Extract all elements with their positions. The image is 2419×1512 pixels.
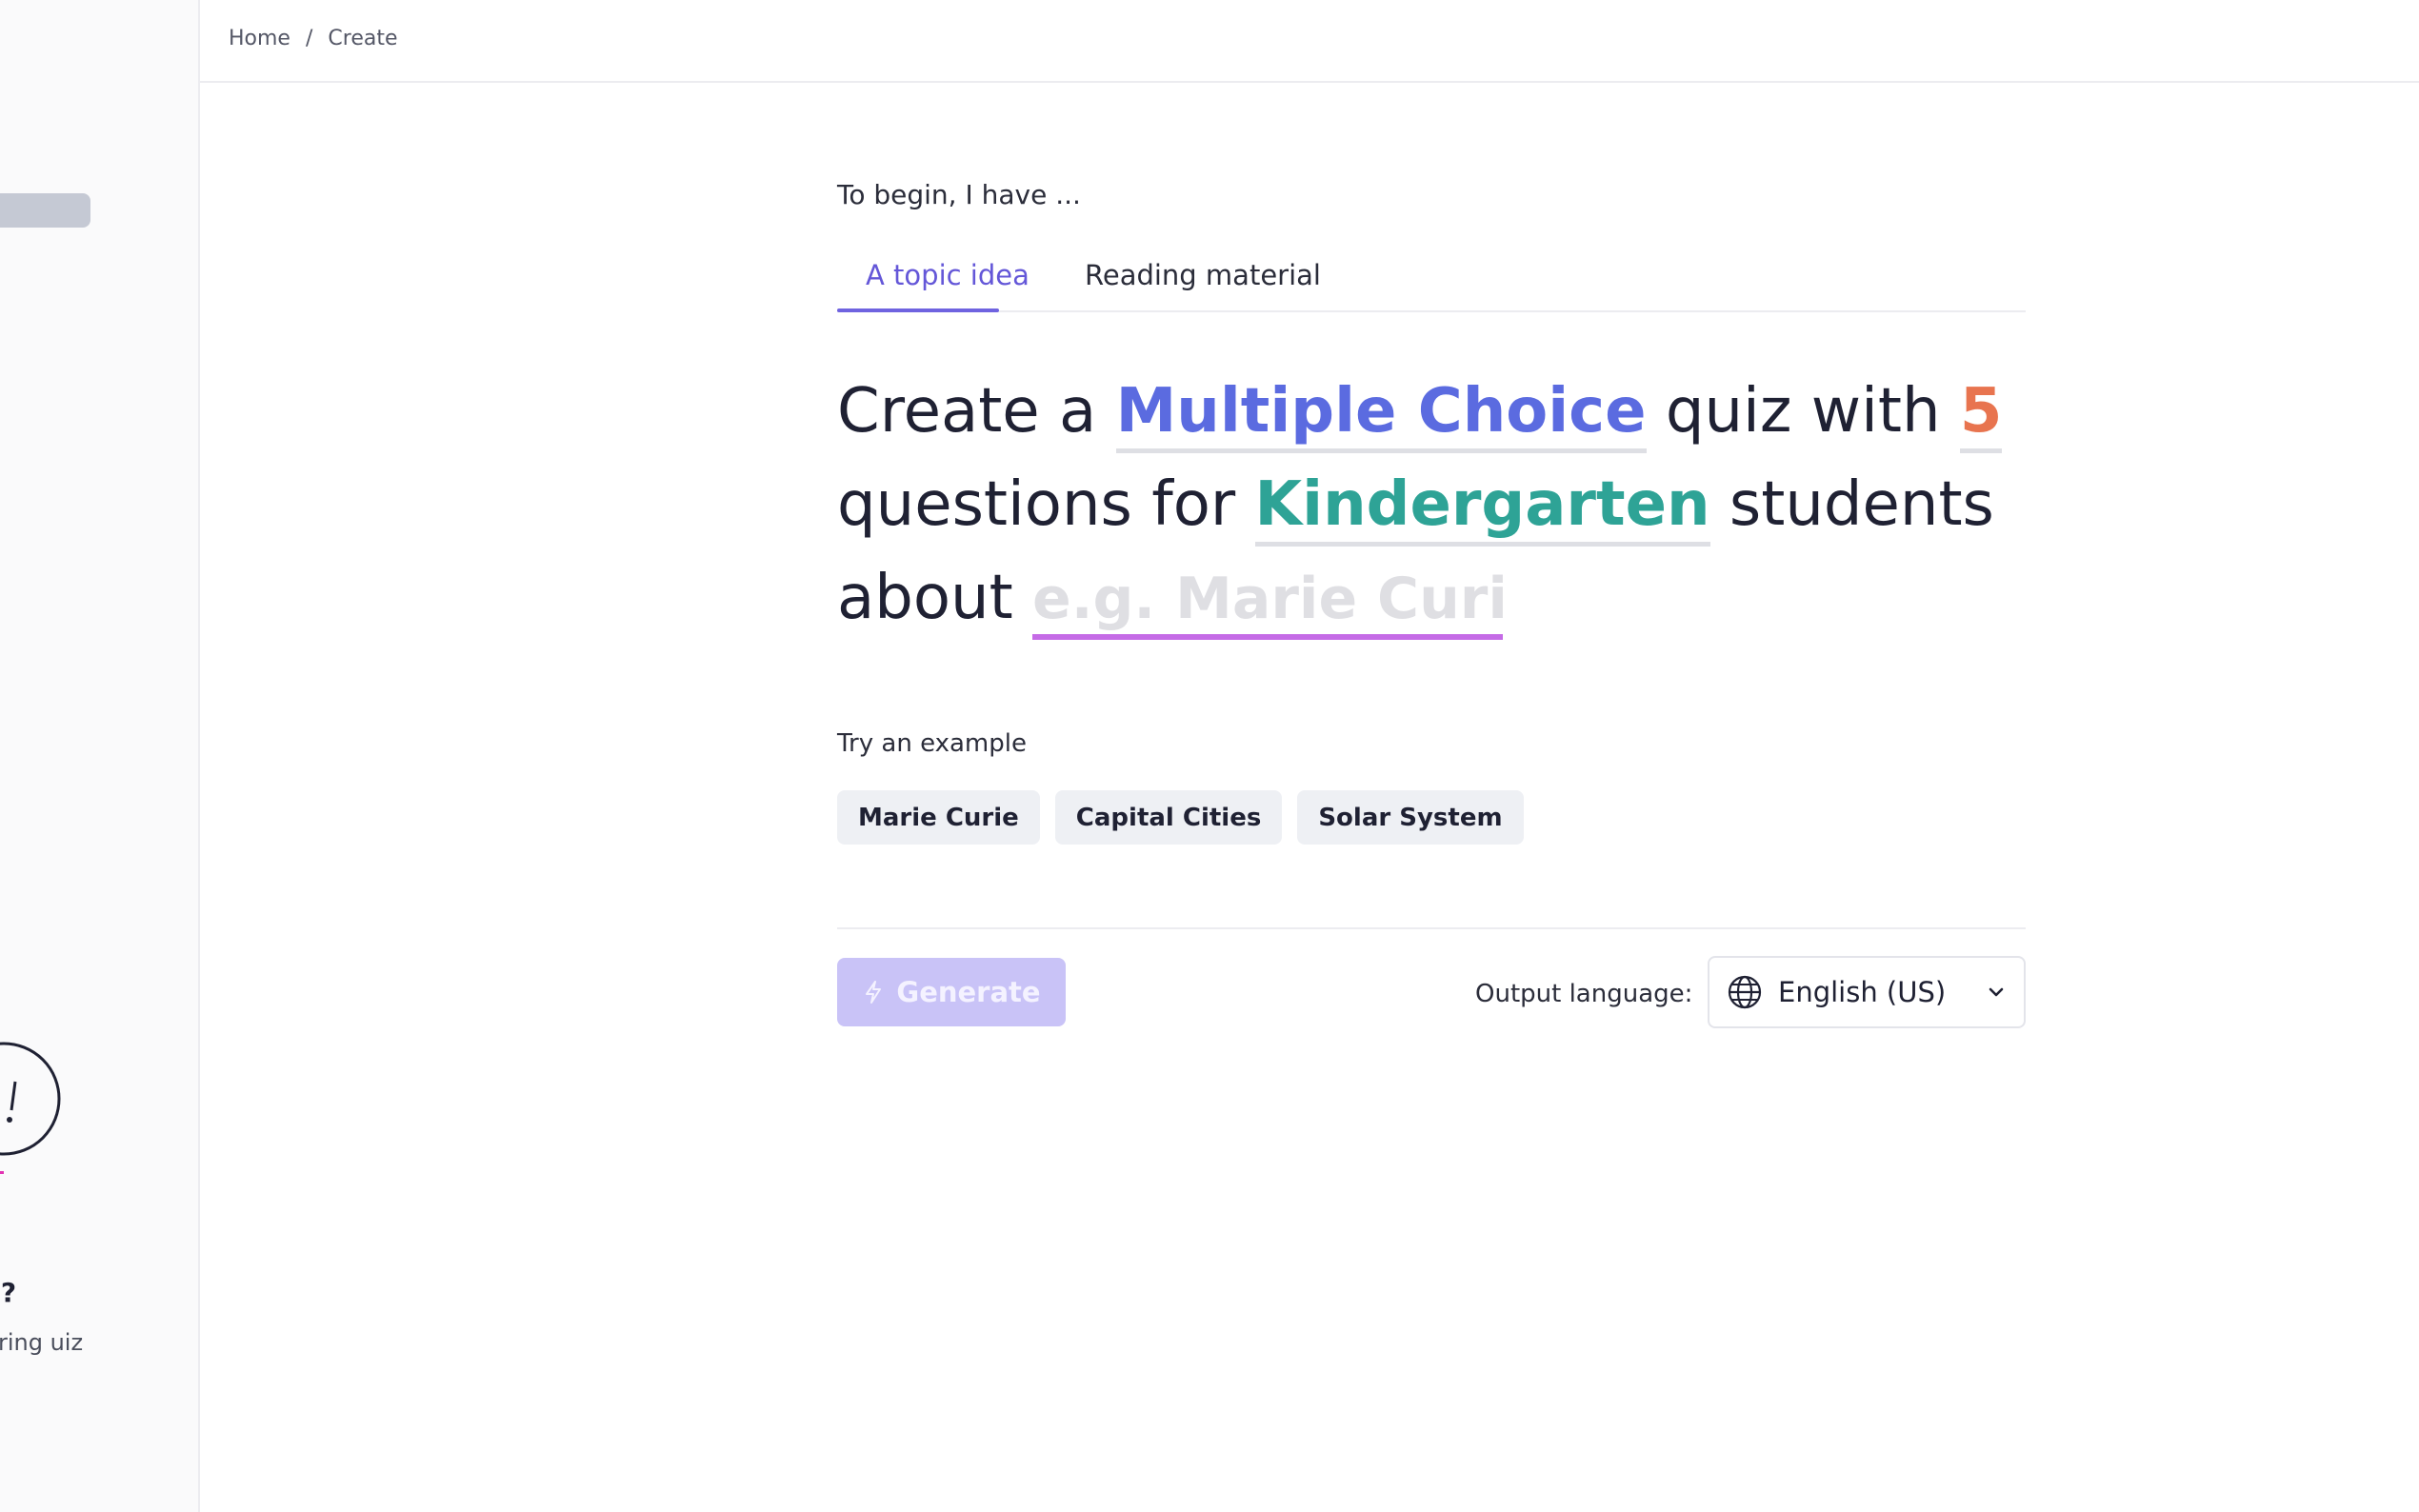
chevron-down-icon xyxy=(1989,987,2004,997)
output-language-value: English (US) xyxy=(1778,976,1947,1008)
example-chips: Marie Curie Capital Cities Solar System xyxy=(837,790,1524,845)
sentence-text: students xyxy=(1729,469,1994,540)
generate-button[interactable]: Generate xyxy=(837,958,1066,1026)
question-count-selector[interactable]: 5 xyxy=(1959,376,2003,453)
sentence-text: questions for xyxy=(837,469,1236,540)
generate-label: Generate xyxy=(896,976,1041,1008)
divider xyxy=(837,927,2026,929)
breadcrumb: Home / Create xyxy=(229,27,398,50)
sentence-text: about xyxy=(837,563,1013,633)
topic-input[interactable] xyxy=(1032,566,1503,640)
breadcrumb-separator: / xyxy=(305,27,313,50)
join-quiz-heading: code? xyxy=(0,1277,17,1308)
example-chip-marie-curie[interactable]: Marie Curie xyxy=(837,790,1040,845)
quiz-badge-icon xyxy=(0,1042,61,1156)
sidebar: code? y entering uiz code quiz xyxy=(0,0,200,1512)
top-bar: Home / Create xyxy=(200,0,2419,83)
breadcrumb-current: Create xyxy=(328,27,398,50)
example-chip-capital-cities[interactable]: Capital Cities xyxy=(1054,790,1283,845)
grade-level-selector[interactable]: Kindergarten xyxy=(1254,469,1710,547)
tab-reading-material[interactable]: Reading material xyxy=(1085,259,1321,310)
output-language-select[interactable]: English (US) xyxy=(1708,956,2026,1028)
sidebar-accent-mark xyxy=(0,1171,4,1174)
example-chip-solar-system[interactable]: Solar System xyxy=(1297,790,1524,845)
quiz-type-selector[interactable]: Multiple Choice xyxy=(1115,376,1647,453)
output-language-label: Output language: xyxy=(1475,980,1693,1008)
quiz-config-sentence: Create a Multiple Choice quiz with 5 que… xyxy=(837,365,2026,645)
source-tabs: A topic idea Reading material xyxy=(837,249,2026,312)
breadcrumb-home[interactable]: Home xyxy=(229,27,290,50)
sentence-text: Create a xyxy=(837,376,1097,447)
tab-topic-idea[interactable]: A topic idea xyxy=(837,259,1030,312)
globe-icon xyxy=(1728,975,1762,1009)
join-quiz-description: y entering uiz code xyxy=(0,1329,84,1356)
sidebar-placeholder-pill xyxy=(0,193,90,228)
sentence-text: quiz with xyxy=(1665,376,1941,447)
examples-label: Try an example xyxy=(837,729,1027,758)
lightning-icon xyxy=(866,981,882,1004)
intro-text: To begin, I have ... xyxy=(837,179,1081,210)
